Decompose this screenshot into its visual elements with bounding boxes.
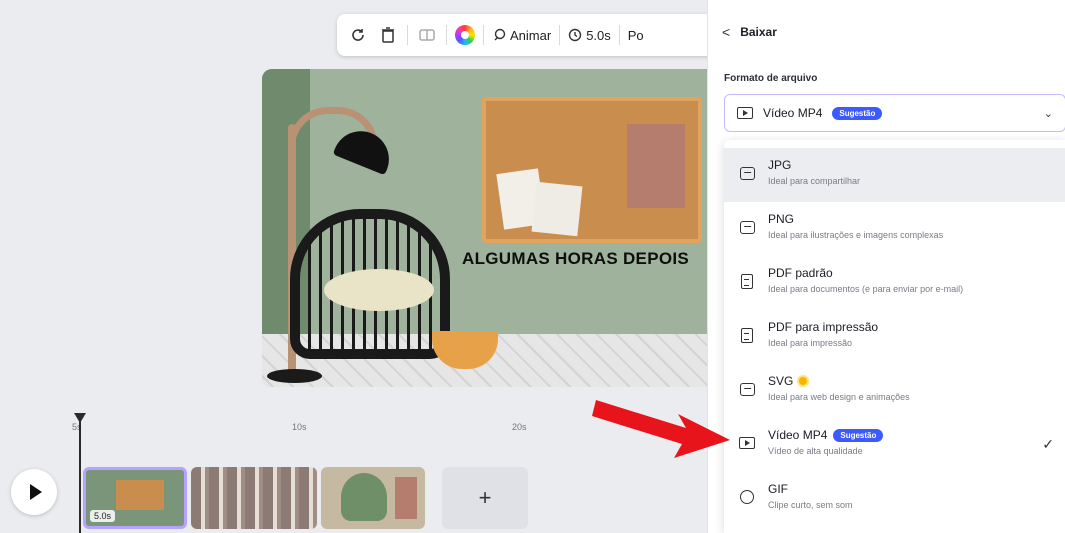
animate-icon — [494, 28, 506, 41]
checkmark-icon: ✓ — [1042, 436, 1054, 452]
clock-icon — [568, 28, 582, 42]
more-label: Po — [627, 27, 644, 43]
option-name: JPG — [768, 158, 792, 172]
design-page[interactable]: ALGUMAS HORAS DEPOIS — [262, 69, 722, 387]
back-icon[interactable]: < — [722, 24, 730, 40]
panel-title: Baixar — [740, 25, 777, 39]
timeline-clip[interactable] — [191, 467, 317, 529]
option-desc: Ideal para web design e animações — [768, 392, 910, 402]
red-arrow-annotation — [592, 400, 730, 458]
copy-icon[interactable] — [416, 24, 438, 46]
scene-text[interactable]: ALGUMAS HORAS DEPOIS — [462, 249, 689, 269]
add-clip-button[interactable]: + — [442, 467, 528, 529]
option-name: PDF padrão — [768, 266, 833, 280]
clip-thumbnail — [341, 473, 387, 521]
toolbar-divider — [407, 25, 408, 45]
timeline-tick: 10s — [292, 422, 307, 432]
option-name-row: SVG — [768, 374, 910, 388]
option-name: PNG — [768, 212, 795, 226]
option-name: Vídeo MP4 — [768, 428, 828, 442]
color-wheel-icon[interactable] — [455, 25, 475, 45]
rotate-icon[interactable] — [347, 24, 369, 46]
more-button[interactable]: Po — [628, 28, 644, 43]
premium-icon — [799, 377, 808, 385]
clip-duration: 5.0s — [90, 510, 116, 522]
play-icon — [29, 484, 42, 500]
option-desc: Clipe curto, sem som — [768, 500, 853, 510]
image-icon — [738, 218, 756, 236]
document-icon — [738, 272, 756, 290]
video-icon — [737, 107, 753, 119]
toolbar-divider — [559, 25, 561, 45]
option-name-row: Vídeo MP4 Sugestão — [768, 428, 884, 442]
format-option-pdf-standard[interactable]: PDF padrão Ideal para documentos (e para… — [724, 256, 1065, 310]
timeline-clip[interactable]: 5.0s — [83, 467, 187, 529]
suggestion-badge: Sugestão — [832, 106, 883, 120]
lamp-base — [267, 369, 322, 383]
element-toolbar: Animar 5.0s Po — [337, 14, 732, 56]
download-panel: < Baixar Formato de arquivo Vídeo MP4 Su… — [707, 0, 1065, 533]
option-desc: Ideal para compartilhar — [768, 176, 861, 186]
option-name: SVG — [768, 374, 794, 388]
clip-thumbnail — [395, 477, 417, 519]
suggestion-badge: Sugestão — [833, 428, 884, 442]
format-option-mp4[interactable]: Vídeo MP4 Sugestão Vídeo de alta qualida… — [724, 418, 1065, 472]
pinned-photo — [627, 124, 685, 208]
gif-icon — [738, 488, 756, 506]
timeline-tick: 20s — [512, 422, 527, 432]
option-name: GIF — [768, 482, 788, 496]
toolbar-divider — [446, 25, 447, 45]
format-option-png[interactable]: PNG Ideal para ilustrações e imagens com… — [724, 202, 1065, 256]
play-button[interactable] — [11, 469, 57, 515]
chevron-down-icon: ⌄ — [1043, 107, 1053, 120]
trash-icon[interactable] — [377, 24, 399, 46]
option-name: PDF para impressão — [768, 320, 879, 334]
format-option-gif[interactable]: GIF Clipe curto, sem som — [724, 472, 1065, 526]
image-icon — [738, 164, 756, 182]
file-format-select[interactable]: Vídeo MP4 Sugestão ⌄ — [724, 94, 1065, 132]
clip-thumbnail — [116, 480, 164, 510]
file-format-label: Formato de arquivo — [724, 73, 818, 84]
pinned-paper — [531, 181, 583, 237]
option-desc: Ideal para ilustrações e imagens complex… — [768, 230, 944, 240]
panel-header: < Baixar — [722, 24, 777, 40]
animate-button[interactable]: Animar — [492, 28, 551, 43]
format-option-jpg[interactable]: JPG Ideal para compartilhar — [724, 148, 1065, 202]
toolbar-divider — [618, 25, 620, 45]
toolbar-divider — [483, 25, 484, 45]
duration-label: 5.0s — [586, 27, 611, 43]
duration-button[interactable]: 5.0s — [568, 28, 611, 43]
option-desc: Vídeo de alta qualidade — [768, 446, 863, 456]
document-icon — [738, 326, 756, 344]
format-option-pdf-print[interactable]: PDF para impressão Ideal para impressão — [724, 310, 1065, 364]
timeline-clip[interactable] — [321, 467, 425, 529]
option-desc: Ideal para documentos (e para enviar por… — [768, 284, 964, 294]
chair-cushion — [324, 269, 434, 311]
video-icon — [738, 434, 756, 452]
format-dropdown: JPG Ideal para compartilhar PNG Ideal pa… — [724, 140, 1065, 533]
option-desc: Ideal para impressão — [768, 338, 853, 348]
format-option-svg[interactable]: SVG Ideal para web design e animações — [724, 364, 1065, 418]
image-icon — [738, 380, 756, 398]
selected-format: Vídeo MP4 — [763, 106, 823, 120]
animate-label: Animar — [510, 27, 552, 43]
playhead[interactable] — [79, 415, 81, 533]
